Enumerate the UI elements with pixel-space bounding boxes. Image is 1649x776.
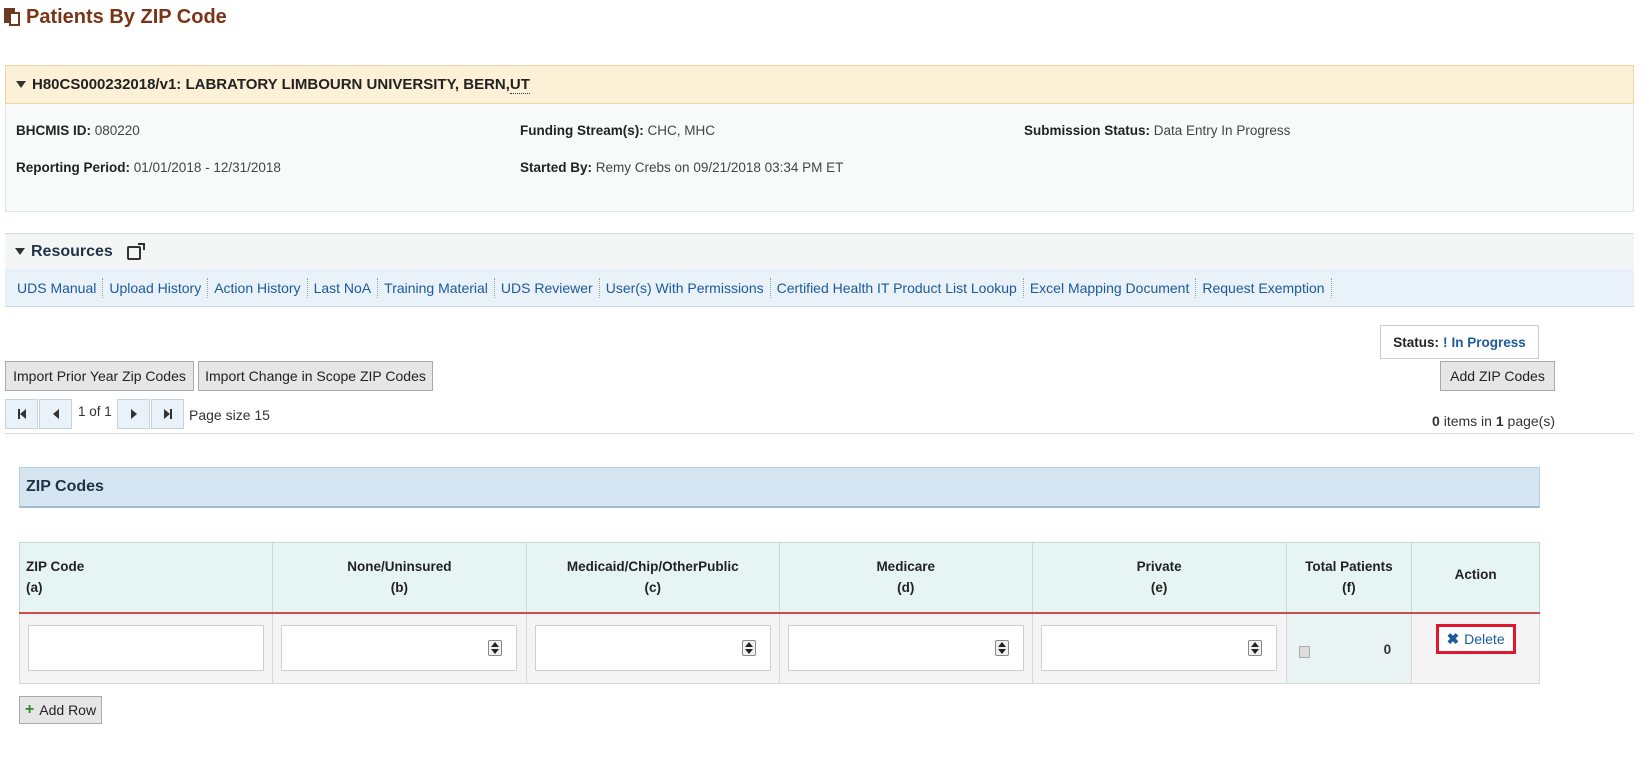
column-header-zip-code: ZIP Code (a) <box>19 542 273 614</box>
zip-code-input[interactable] <box>27 625 264 672</box>
total-patients-cell: 0 <box>1285 612 1413 684</box>
resource-link-training-material[interactable]: Training Material <box>378 277 495 298</box>
resource-link-users-with-permissions[interactable]: User(s) With Permissions <box>600 277 771 298</box>
delete-button[interactable]: ✖ Delete <box>1435 623 1516 654</box>
delete-x-icon: ✖ <box>1446 630 1460 648</box>
collapse-caret-icon[interactable] <box>15 248 25 255</box>
page-title: Patients By ZIP Code <box>4 4 227 30</box>
total-patients-value: 0 <box>1383 641 1392 657</box>
items-info: 0 items in 1 page(s) <box>1432 413 1555 429</box>
table-row: 0 ✖ Delete <box>19 612 1540 684</box>
bhcmis-id: BHCMIS ID: 080220 <box>16 123 140 138</box>
page-icon <box>4 8 20 26</box>
page-title-text: Patients By ZIP Code <box>26 5 227 28</box>
resource-link-action-history[interactable]: Action History <box>208 277 308 298</box>
medicaid-input[interactable] <box>534 625 771 672</box>
pager-last-button[interactable] <box>151 399 184 429</box>
status-exclamation-icon: ! <box>1442 334 1448 350</box>
column-header-medicaid: Medicaid/Chip/OtherPublic (c) <box>525 542 780 614</box>
resource-link-uds-reviewer[interactable]: UDS Reviewer <box>495 277 600 298</box>
column-header-action: Action <box>1411 542 1540 614</box>
resource-link-excel-mapping[interactable]: Excel Mapping Document <box>1024 277 1197 298</box>
medicare-input[interactable] <box>787 625 1024 672</box>
page-size: Page size 15 <box>189 407 270 423</box>
resource-link-certified-health-it[interactable]: Certified Health IT Product List Lookup <box>771 277 1024 298</box>
calculator-icon <box>1298 645 1310 658</box>
zip-codes-table: ZIP Code (a) None/Uninsured (b) Medicaid/C… <box>19 542 1540 684</box>
action-cell: ✖ Delete <box>1411 612 1540 684</box>
next-page-icon <box>130 409 137 419</box>
started-by: Started By: Remy Crebs on 09/21/2018 03:… <box>520 160 844 175</box>
resource-link-uds-manual[interactable]: UDS Manual <box>11 277 104 298</box>
status-box: Status: ! In Progress <box>1380 325 1539 359</box>
grant-details: BHCMIS ID: 080220 Funding Stream(s): CHC… <box>5 104 1634 212</box>
funding-streams: Funding Stream(s): CHC, MHC <box>520 123 716 138</box>
import-change-in-scope-button[interactable]: Import Change in Scope ZIP Codes <box>198 361 433 391</box>
grant-state: UT <box>509 75 530 94</box>
submission-status: Submission Status: Data Entry In Progres… <box>1024 123 1291 138</box>
add-row-button[interactable]: + Add Row <box>19 696 102 724</box>
pager-first-button[interactable] <box>5 399 38 429</box>
spinner-icon[interactable] <box>1248 640 1263 657</box>
reporting-period: Reporting Period: 01/01/2018 - 12/31/201… <box>16 160 281 175</box>
spinner-icon[interactable] <box>488 640 503 657</box>
pager-position: 1 of 1 <box>78 404 112 419</box>
uninsured-input[interactable] <box>281 625 518 672</box>
status-label: Status: <box>1393 334 1439 350</box>
column-header-uninsured: None/Uninsured (b) <box>271 542 527 614</box>
spinner-icon[interactable] <box>741 640 756 657</box>
grant-title: H80CS000232018/v1: LABRATORY LIMBOURN UN… <box>32 76 510 93</box>
import-prior-year-button[interactable]: Import Prior Year Zip Codes <box>5 361 194 391</box>
spinner-icon[interactable] <box>994 640 1009 657</box>
resources-links: UDS Manual Upload History Action History… <box>5 269 1634 307</box>
resources-header[interactable]: Resources <box>5 233 1634 269</box>
add-zip-codes-button[interactable]: Add ZIP Codes <box>1440 361 1555 391</box>
pager-prev-button[interactable] <box>39 399 72 429</box>
external-link-icon[interactable] <box>126 242 145 261</box>
plus-icon: + <box>24 701 35 718</box>
private-input[interactable] <box>1041 625 1278 672</box>
resource-link-upload-history[interactable]: Upload History <box>103 277 209 298</box>
zip-codes-header: ZIP Codes <box>19 467 1540 508</box>
grant-panel-header[interactable]: H80CS000232018/v1: LABRATORY LIMBOURN UN… <box>5 65 1634 104</box>
divider <box>5 433 1634 434</box>
resource-link-last-noa[interactable]: Last NoA <box>308 277 379 298</box>
pager-next-button[interactable] <box>117 399 150 429</box>
column-header-medicare: Medicare (d) <box>778 542 1033 614</box>
delete-label: Delete <box>1464 630 1505 647</box>
prev-page-icon <box>52 409 59 419</box>
resource-link-request-exemption[interactable]: Request Exemption <box>1196 277 1332 298</box>
collapse-caret-icon[interactable] <box>16 81 26 88</box>
status-value: In Progress <box>1451 334 1526 350</box>
resources-title: Resources <box>31 242 113 260</box>
column-header-total-patients: Total Patients (f) <box>1285 542 1413 614</box>
column-header-private: Private (e) <box>1031 542 1287 614</box>
add-row-label: Add Row <box>39 702 97 718</box>
